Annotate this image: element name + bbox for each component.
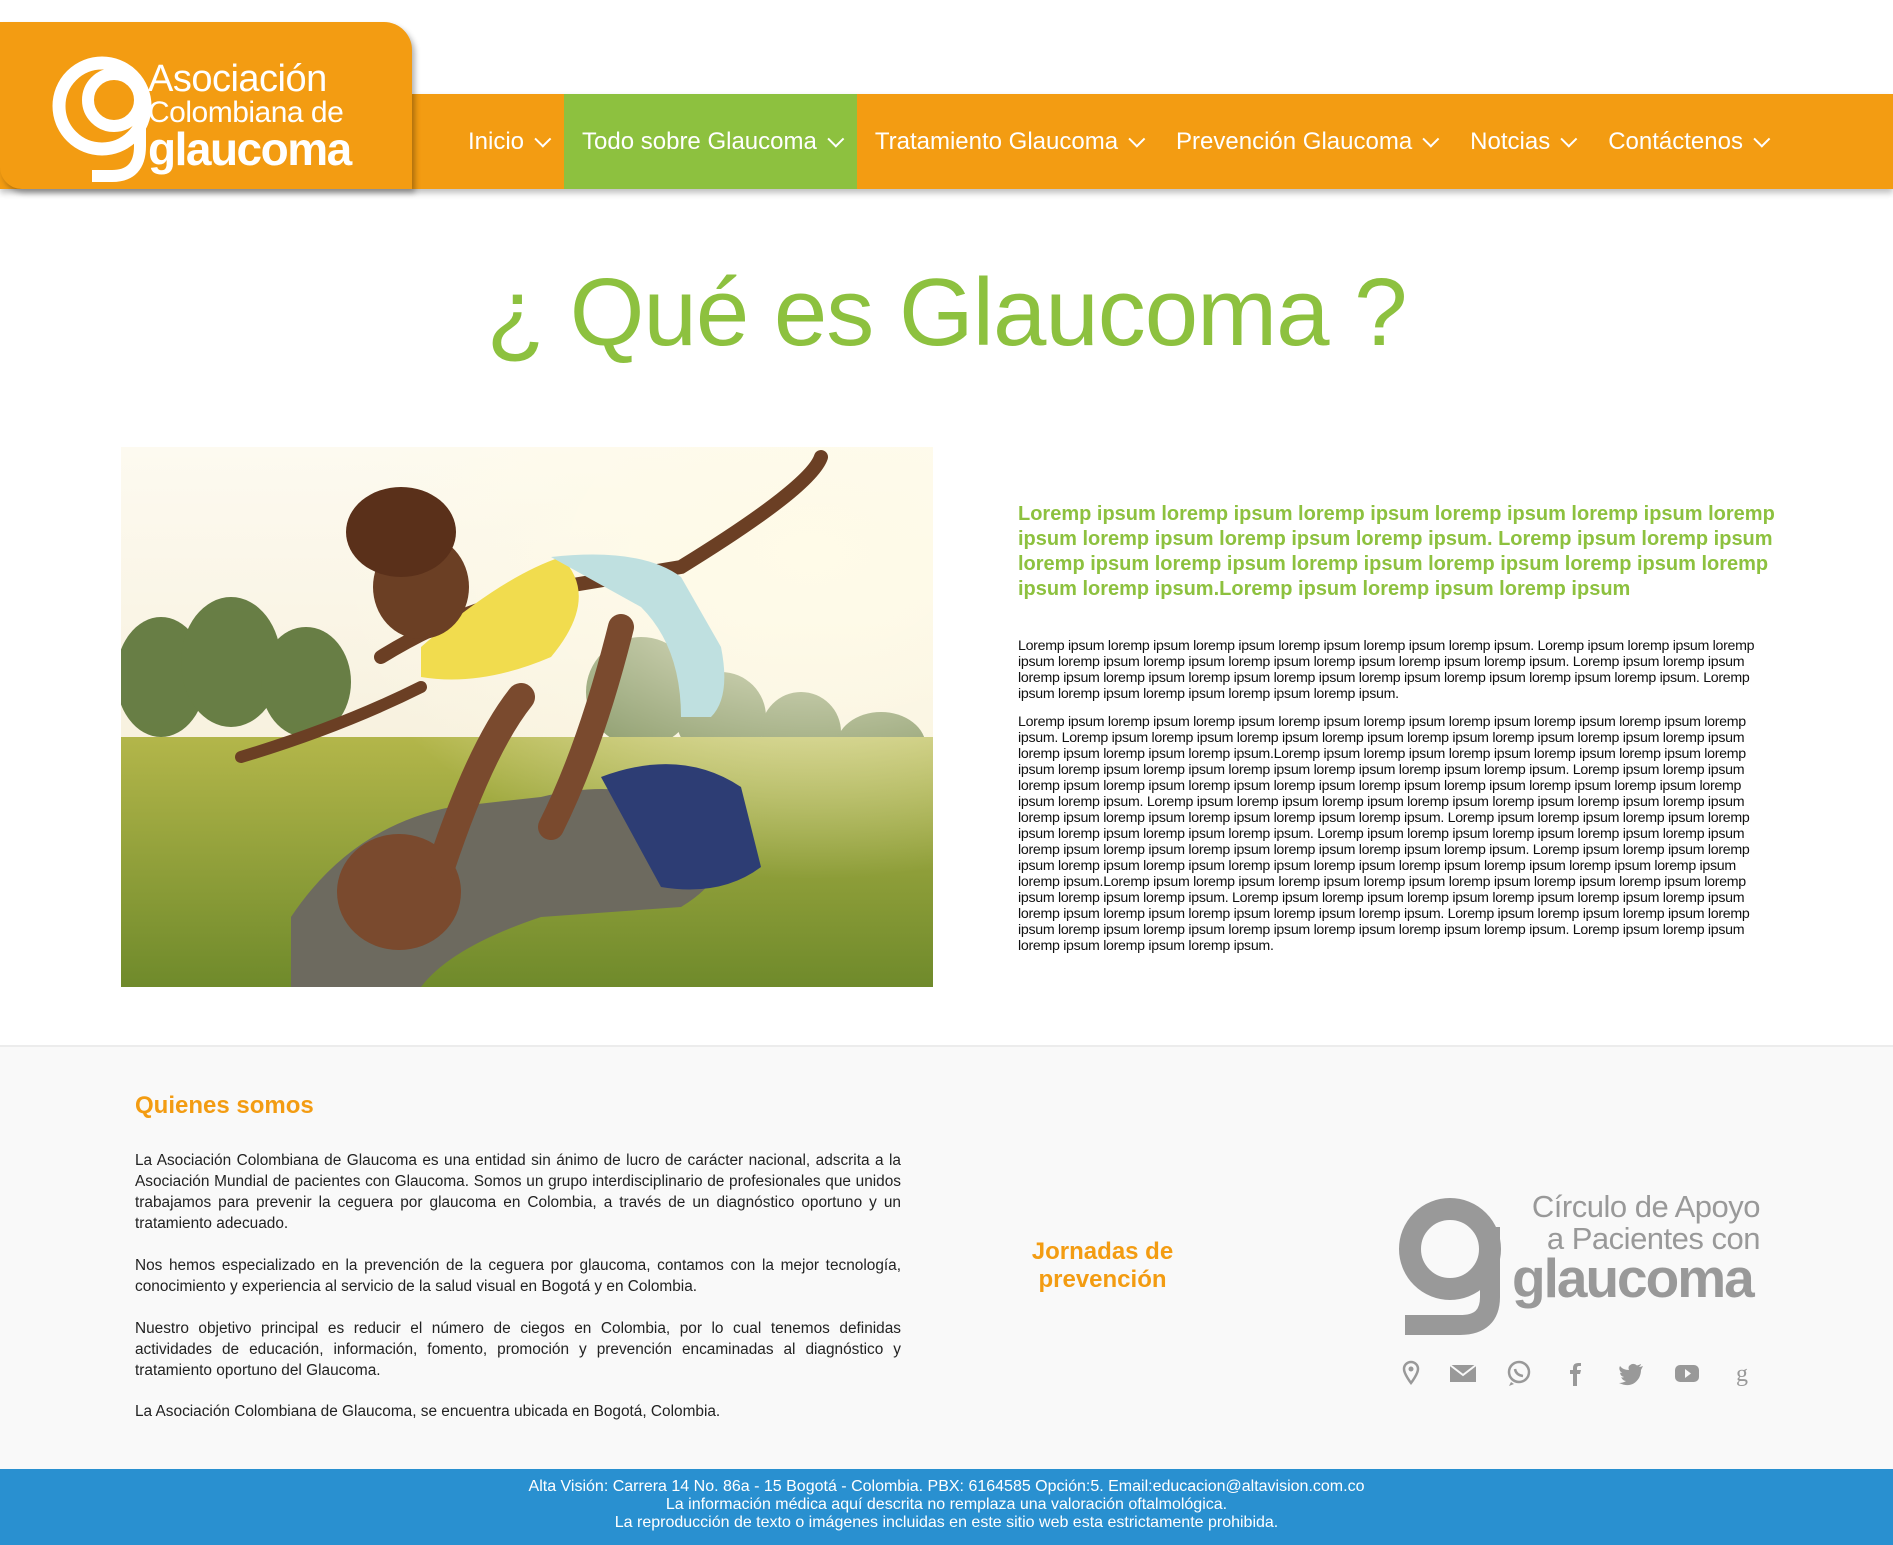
jornadas-prevencion-link[interactable]: Jornadas de prevención	[1010, 1238, 1195, 1294]
chevron-down-icon	[1422, 130, 1440, 148]
about-paragraph-4: La Asociación Colombiana de Glaucoma, se…	[135, 1403, 721, 1420]
lead-paragraph: Loremp ipsum loremp ipsum loremp ipsum l…	[1018, 503, 1775, 600]
circulo-apoyo-logo[interactable]: Círculo de Apoyo a Pacientes con glaucom…	[1395, 1185, 1765, 1335]
menu-label: Contáctenos	[1608, 127, 1743, 155]
site-logo[interactable]: Asociación Colombiana de glaucoma	[0, 22, 412, 189]
menu-item-contactenos[interactable]: Contáctenos	[1590, 94, 1783, 189]
whatsapp-icon[interactable]	[1504, 1358, 1534, 1388]
body-paragraph-1: Loremp ipsum loremp ipsum loremp ipsum l…	[1018, 638, 1755, 702]
google-plus-icon[interactable]: g	[1728, 1358, 1758, 1388]
bottom-info-bar: Alta Visión: Carrera 14 No. 86a - 15 Bog…	[0, 1469, 1893, 1545]
logo-line-3: glaucoma	[148, 123, 352, 175]
circle-logo-line-1: Círculo de Apoyo	[1531, 1189, 1761, 1224]
youtube-icon[interactable]	[1672, 1358, 1702, 1388]
chevron-down-icon	[1753, 130, 1771, 148]
twitter-icon[interactable]	[1616, 1358, 1646, 1388]
about-paragraph-2: Nos hemos especializado en la prevención…	[135, 1257, 901, 1295]
menu-item-prevencion-glaucoma[interactable]: Prevención Glaucoma	[1158, 94, 1452, 189]
mail-icon[interactable]	[1448, 1358, 1478, 1388]
chevron-down-icon	[827, 130, 845, 148]
page-title: ¿ Qué es Glaucoma ?	[486, 259, 1407, 366]
menu-label: Inicio	[468, 127, 525, 155]
menu-label: Prevención Glaucoma	[1176, 127, 1413, 155]
bottom-disclaimer-line: La información médica aquí descrita no r…	[665, 1496, 1228, 1513]
social-links: g	[1396, 1358, 1766, 1388]
about-title: Quienes somos	[135, 1092, 314, 1119]
logo-text: Asociación Colombiana de glaucoma	[148, 58, 352, 175]
svg-text:g: g	[1736, 1361, 1748, 1387]
chevron-down-icon	[534, 130, 552, 148]
logo-line-1: Asociación	[148, 58, 327, 100]
bottom-address-line: Alta Visión: Carrera 14 No. 86a - 15 Bog…	[528, 1478, 1365, 1495]
menu-item-noticias[interactable]: Notcias	[1452, 94, 1590, 189]
circle-logo-text: Círculo de Apoyo a Pacientes con glaucom…	[1502, 1189, 1761, 1309]
menu-item-tratamiento-glaucoma[interactable]: Tratamiento Glaucoma	[857, 94, 1158, 189]
about-paragraph-3: Nuestro objetivo principal es reducir el…	[135, 1320, 901, 1379]
chevron-down-icon	[1128, 130, 1146, 148]
menu-label: Tratamiento Glaucoma	[874, 127, 1119, 155]
menu-label: Notcias	[1470, 127, 1551, 155]
about-paragraph-1: La Asociación Colombiana de Glaucoma es …	[135, 1152, 901, 1232]
circle-logo-g-mark	[1399, 1198, 1501, 1335]
body-paragraph-2: Loremp ipsum loremp ipsum loremp ipsum l…	[1018, 714, 1750, 954]
hero-photo	[121, 447, 933, 987]
circle-logo-line-3: glaucoma	[1512, 1247, 1755, 1309]
main-menu: Inicio Todo sobre Glaucoma Tratamiento G…	[450, 94, 1783, 189]
bottom-copyright-line: La reproducción de texto o imágenes incl…	[614, 1514, 1279, 1531]
menu-item-inicio[interactable]: Inicio	[450, 94, 564, 189]
facebook-icon[interactable]	[1560, 1358, 1590, 1388]
menu-item-todo-sobre-glaucoma[interactable]: Todo sobre Glaucoma	[564, 94, 857, 189]
menu-label: Todo sobre Glaucoma	[582, 127, 817, 155]
chevron-down-icon	[1560, 130, 1578, 148]
location-icon[interactable]	[1396, 1358, 1426, 1388]
